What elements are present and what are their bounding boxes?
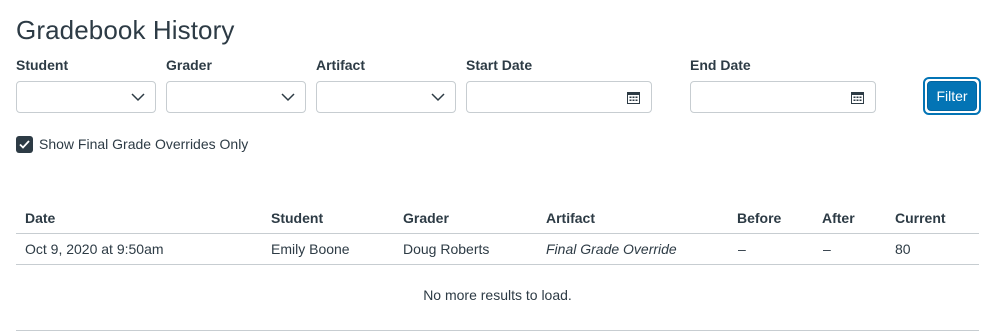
start-date-label: Start Date [466, 57, 533, 73]
end-date-label: End Date [690, 57, 751, 73]
chevron-down-icon [431, 93, 445, 102]
no-more-results-text: No more results to load. [423, 287, 572, 303]
column-header-date: Date [25, 210, 56, 226]
row-divider [16, 264, 979, 265]
student-select[interactable] [16, 81, 156, 113]
final-grade-overrides-label[interactable]: Show Final Grade Overrides Only [39, 136, 248, 152]
filter-button-focus-ring: Filter [923, 77, 981, 115]
column-header-after: After [822, 210, 855, 226]
cell-date: Oct 9, 2020 at 9:50am [25, 241, 164, 257]
checkmark-icon [19, 140, 30, 149]
calendar-icon[interactable] [851, 91, 864, 104]
grader-select[interactable] [166, 81, 306, 113]
end-date-input[interactable] [690, 81, 876, 113]
chevron-down-icon [281, 93, 295, 102]
column-header-current: Current [895, 210, 946, 226]
column-header-grader: Grader [403, 210, 449, 226]
chevron-down-icon [131, 93, 145, 102]
student-label: Student [16, 57, 69, 73]
filter-button[interactable]: Filter [927, 81, 977, 111]
page-title: Gradebook History [16, 15, 235, 45]
artifact-label: Artifact [316, 57, 366, 73]
column-header-student: Student [271, 210, 324, 226]
cell-current: 80 [895, 241, 911, 257]
grader-label: Grader [166, 57, 212, 73]
start-date-input[interactable] [466, 81, 652, 113]
header-divider [16, 233, 979, 234]
cell-grader: Doug Roberts [403, 241, 490, 257]
table-bottom-divider [16, 330, 979, 331]
cell-after: – [823, 241, 831, 257]
calendar-icon[interactable] [627, 91, 640, 104]
column-header-before: Before [737, 210, 782, 226]
cell-student: Emily Boone [271, 241, 350, 257]
cell-artifact: Final Grade Override [546, 241, 677, 257]
final-grade-overrides-checkbox[interactable] [16, 136, 33, 153]
cell-before: – [738, 241, 746, 257]
artifact-select[interactable] [316, 81, 456, 113]
column-header-artifact: Artifact [546, 210, 596, 226]
